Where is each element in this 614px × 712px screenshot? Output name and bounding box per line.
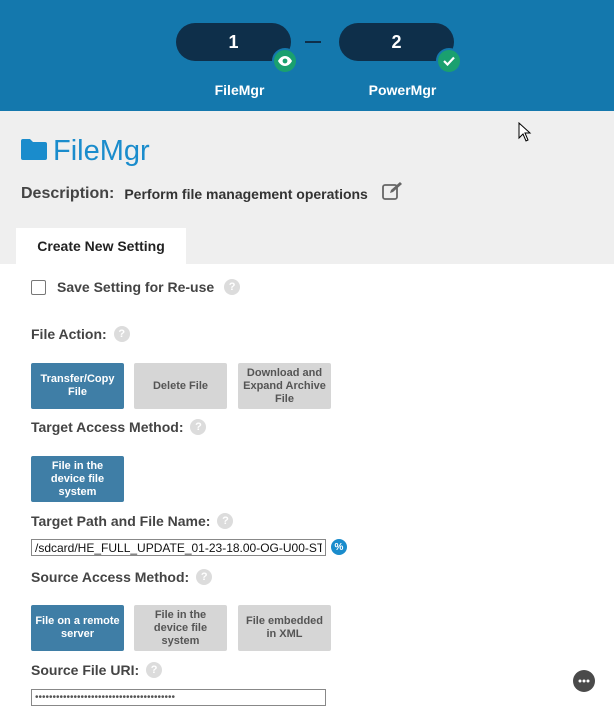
help-icon[interactable]: ?	[224, 279, 241, 295]
target-path-label: Target Path and File Name:	[31, 513, 211, 529]
wizard-stepper: 1 FileMgr 2 PowerMgr	[0, 0, 614, 111]
page-title: FileMgr	[21, 135, 150, 168]
mouse-cursor-icon	[518, 121, 532, 147]
source-access-method-row: Source Access Method: ?	[31, 569, 213, 585]
description-value: Perform file management operations	[124, 185, 368, 202]
save-setting-row: Save Setting for Re-use ?	[31, 279, 241, 295]
target-access-device-fs-button[interactable]: File in the device file system	[31, 456, 124, 502]
step-connector	[305, 41, 321, 43]
variable-icon[interactable]: %	[331, 539, 347, 555]
source-access-device-fs-button[interactable]: File in the device file system	[134, 605, 227, 651]
source-access-method-label: Source Access Method:	[31, 569, 190, 585]
folder-icon	[21, 138, 47, 165]
source-uri-label: Source File URI:	[31, 662, 140, 678]
eye-icon	[272, 48, 298, 74]
tab-create-new-setting[interactable]: Create New Setting	[16, 228, 186, 264]
edit-icon[interactable]	[381, 181, 404, 206]
page-title-text: FileMgr	[53, 135, 150, 167]
target-path-row: Target Path and File Name: ?	[31, 513, 234, 529]
step-1-label: FileMgr	[214, 82, 265, 98]
more-options-icon[interactable]	[573, 670, 595, 692]
help-icon[interactable]: ?	[196, 569, 213, 585]
check-icon	[436, 48, 462, 74]
source-access-remote-server-button[interactable]: File on a remote server	[31, 605, 124, 651]
help-icon[interactable]: ?	[113, 326, 130, 342]
tab-label: Create New Setting	[37, 238, 165, 254]
step-1-number: 1	[228, 31, 239, 52]
step-2-number: 2	[391, 31, 402, 52]
file-action-download-expand-button[interactable]: Download and Expand Archive File	[238, 363, 331, 409]
source-uri-input[interactable]: ••••••••••••••••••••••••••••••••••••••••	[31, 689, 326, 706]
target-access-method-label: Target Access Method:	[31, 419, 184, 435]
save-setting-label: Save Setting for Re-use	[57, 279, 215, 295]
help-icon[interactable]: ?	[146, 662, 163, 678]
file-action-transfer-button[interactable]: Transfer/Copy File	[31, 363, 124, 409]
target-access-method-row: Target Access Method: ?	[31, 419, 207, 435]
file-action-row: File Action: ?	[31, 326, 130, 342]
help-icon[interactable]: ?	[190, 419, 207, 435]
source-access-embedded-xml-button[interactable]: File embedded in XML	[238, 605, 331, 651]
target-path-input[interactable]	[31, 539, 326, 556]
file-action-delete-button[interactable]: Delete File	[134, 363, 227, 409]
source-uri-row: Source File URI: ?	[31, 662, 163, 678]
save-setting-checkbox[interactable]	[31, 279, 46, 295]
file-action-label: File Action:	[31, 326, 107, 342]
help-icon[interactable]: ?	[217, 513, 234, 529]
step-2-label: PowerMgr	[368, 82, 437, 98]
description-row: Description: Perform file management ope…	[21, 181, 404, 206]
description-label: Description:	[21, 184, 115, 202]
